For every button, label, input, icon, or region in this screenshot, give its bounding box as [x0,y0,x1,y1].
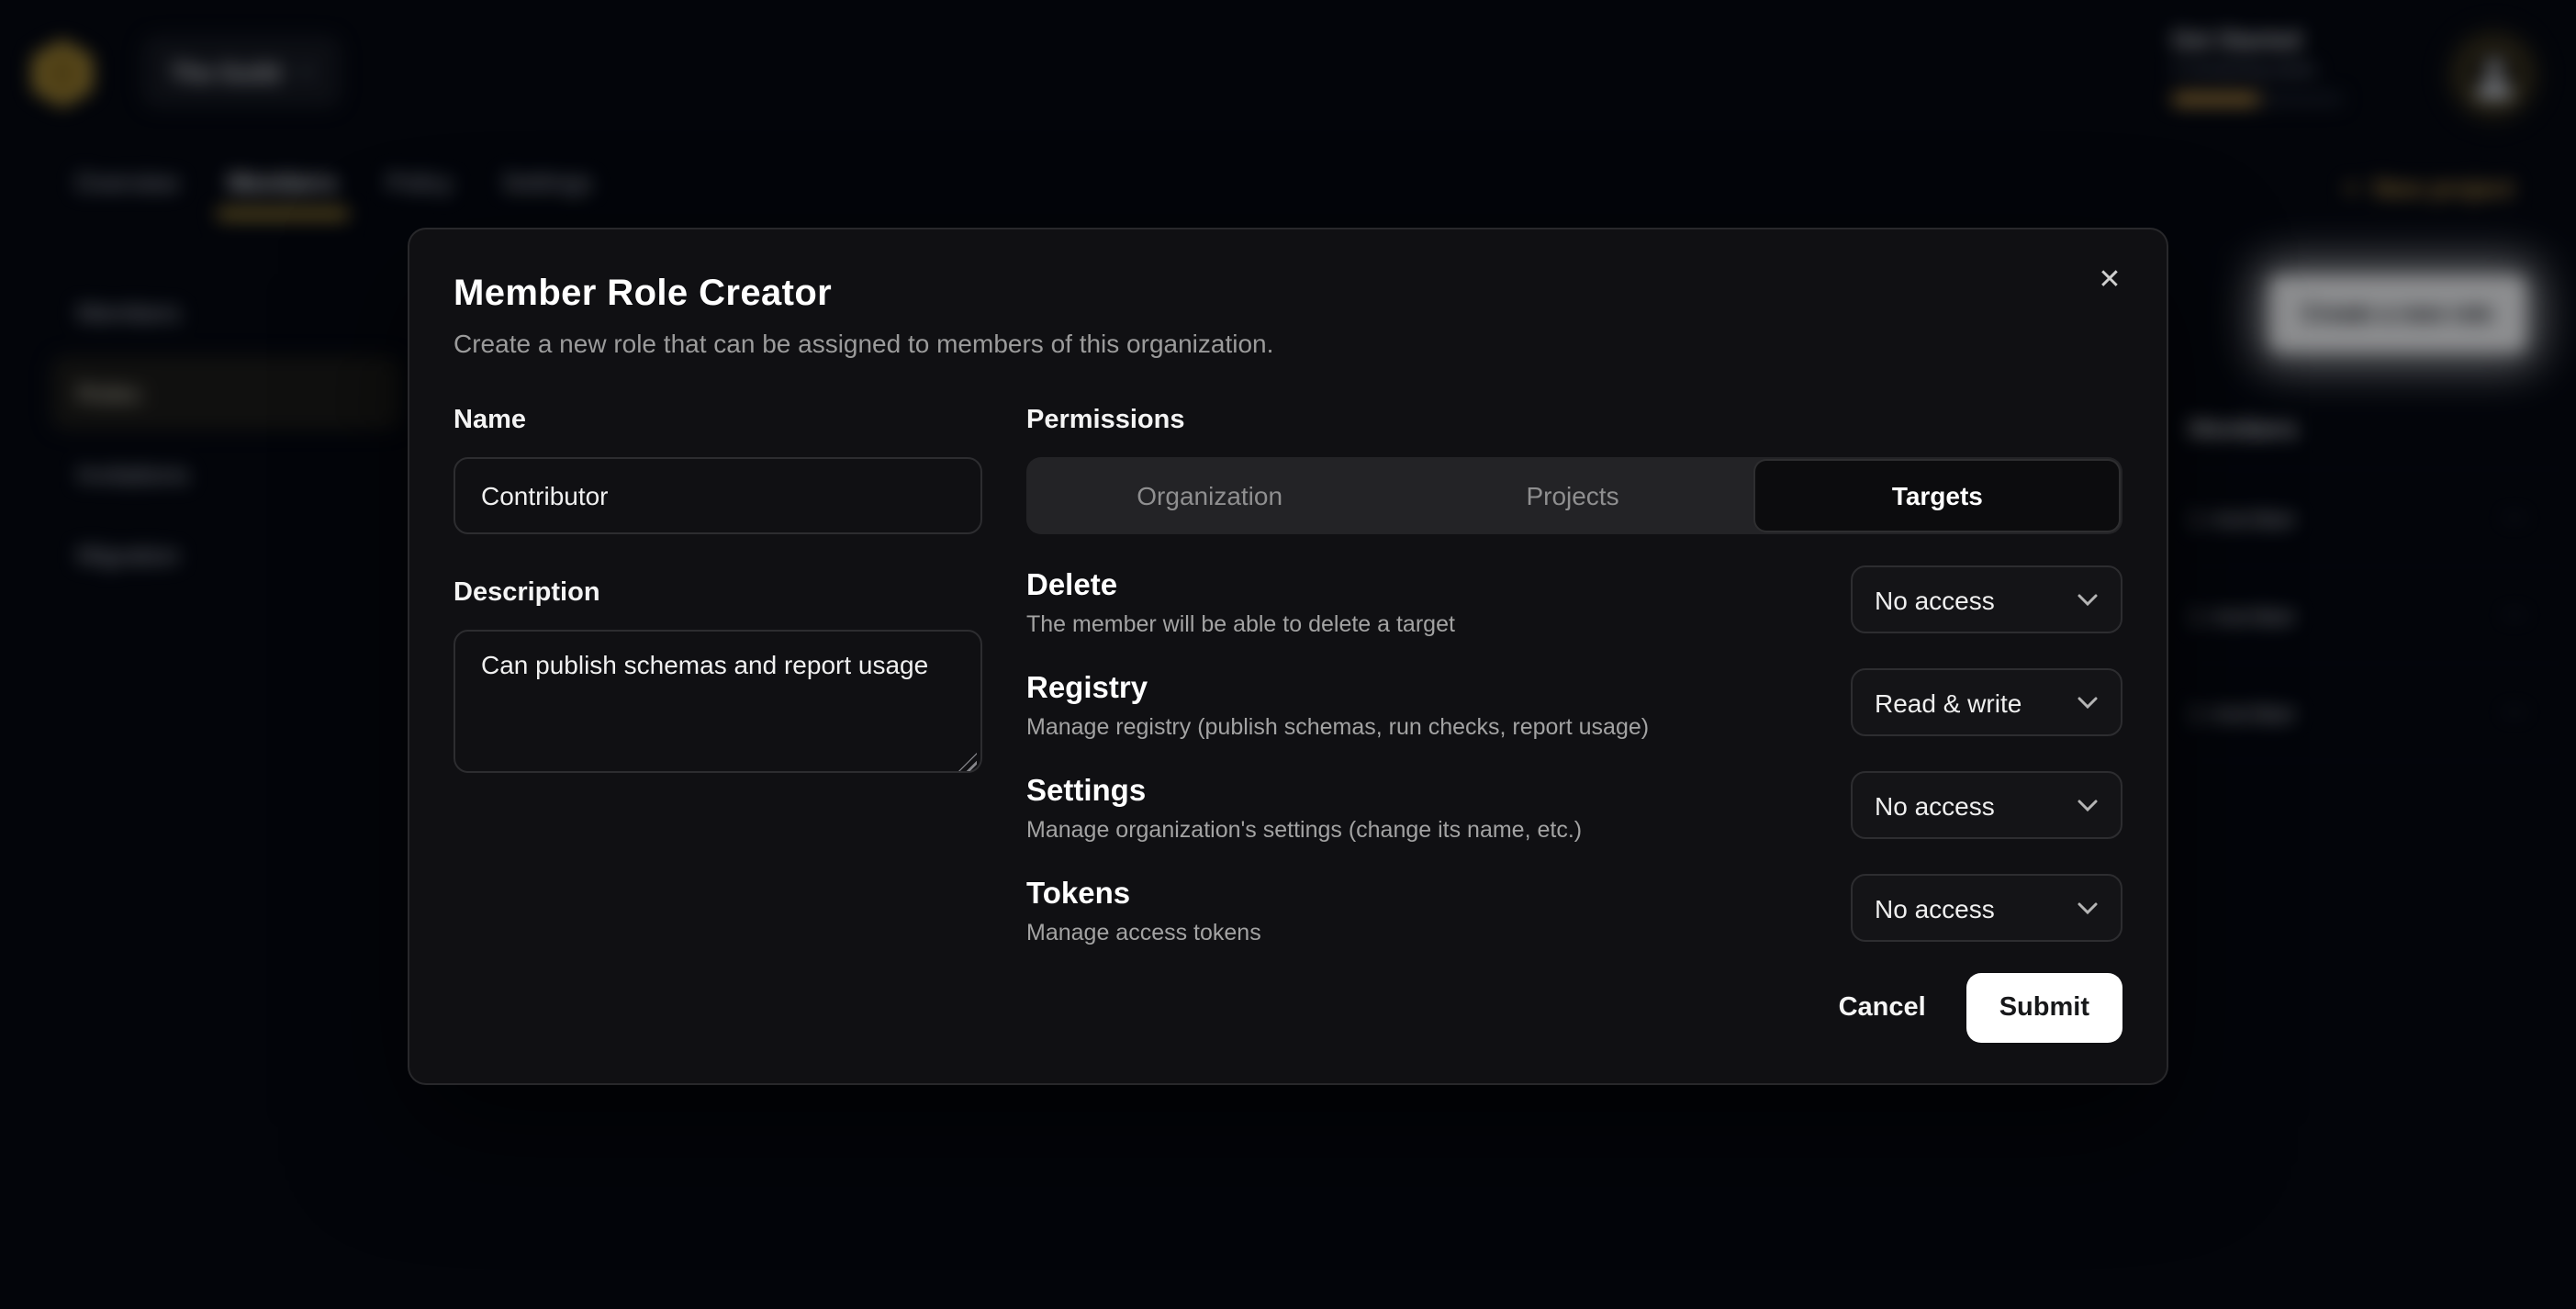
name-label: Name [454,406,982,435]
permission-row-tokens: Tokens Manage access tokens No access [1026,878,2122,945]
permissions-label: Permissions [1026,406,2122,435]
permission-title: Tokens [1026,878,1261,912]
description-field-wrap: Can publish schemas and report usage [454,630,982,782]
tokens-access-select[interactable]: No access [1851,874,2122,942]
permission-rows: Delete The member will be able to delete… [1026,569,2122,945]
chevron-down-icon [2077,901,2099,915]
delete-access-select[interactable]: No access [1851,565,2122,633]
permissions-scope-tabs: Organization Projects Targets [1026,457,2122,534]
permission-title: Settings [1026,775,1582,810]
chevron-down-icon [2077,798,2099,812]
permission-description: Manage access tokens [1026,920,1261,945]
select-value: No access [1875,585,1995,614]
close-icon[interactable]: ✕ [2089,259,2130,299]
permission-row-settings: Settings Manage organization's settings … [1026,775,2122,843]
cancel-button[interactable]: Cancel [1813,977,1952,1039]
tab-projects[interactable]: Projects [1391,459,1753,532]
permission-description: Manage registry (publish schemas, run ch… [1026,714,1649,740]
permission-row-delete: Delete The member will be able to delete… [1026,569,2122,637]
dialog-subtitle: Create a new role that can be assigned t… [454,329,2122,358]
description-label: Description [454,578,982,608]
select-value: No access [1875,790,1995,820]
permission-description: Manage organization's settings (change i… [1026,817,1582,843]
dialog-title: Member Role Creator [454,274,2122,316]
role-description-textarea[interactable]: Can publish schemas and report usage [454,630,982,773]
registry-access-select[interactable]: Read & write [1851,668,2122,736]
select-value: Read & write [1875,688,2022,717]
role-name-input[interactable] [454,457,982,534]
dialog-footer: Cancel Submit [1813,973,2122,1043]
member-role-creator-dialog: ✕ Member Role Creator Create a new role … [408,228,2168,1085]
settings-access-select[interactable]: No access [1851,771,2122,839]
tab-organization[interactable]: Organization [1028,459,1391,532]
permission-title: Delete [1026,569,1455,604]
app-root: The Guild ∨ Get Started 4 remaining task… [0,0,2576,1309]
role-identity-column: Name Description Can publish schemas and… [454,406,982,980]
chevron-down-icon [2077,695,2099,710]
chevron-down-icon [2077,592,2099,607]
select-value: No access [1875,893,1995,923]
permissions-column: Permissions Organization Projects Target… [1026,406,2122,980]
permission-row-registry: Registry Manage registry (publish schema… [1026,672,2122,740]
tab-targets[interactable]: Targets [1754,459,2121,532]
permission-description: The member will be able to delete a targ… [1026,611,1455,637]
permission-title: Registry [1026,672,1649,707]
submit-button[interactable]: Submit [1966,973,2122,1043]
